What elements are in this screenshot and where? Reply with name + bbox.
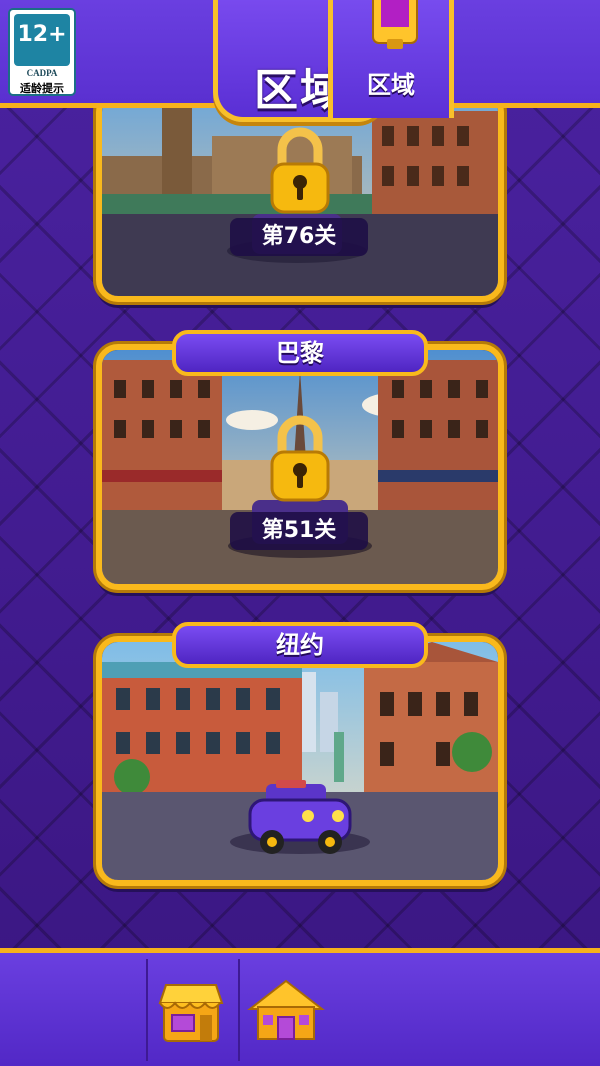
age-rating-org: CADPA [26, 68, 58, 78]
area-card-new-york[interactable] [96, 636, 504, 886]
shop-icon [158, 984, 224, 1042]
age-rating-badge[interactable]: 12+ CADPA 适龄提示 [8, 8, 76, 96]
lock-icon [270, 127, 330, 214]
purple-car-icon [248, 780, 352, 854]
nav-divider [146, 959, 148, 1061]
nav-item-shop[interactable] [148, 953, 238, 1066]
nav-item-label: 区域 [367, 71, 415, 99]
lock-icon [270, 415, 330, 502]
level-requirement-label: 第76关 [230, 218, 368, 256]
nav-item-area[interactable]: 区域 [328, 0, 454, 118]
nav-item-house[interactable] [240, 953, 328, 1066]
age-rating-tip: 适龄提示 [20, 82, 64, 95]
area-book-icon [372, 0, 418, 49]
area-name-label: 巴黎 [172, 330, 428, 376]
bottom-navigation [0, 948, 600, 1066]
house-icon [247, 979, 325, 1040]
area-card-paris[interactable]: 第51关 [96, 344, 504, 590]
age-rating-number: 12+ [17, 22, 67, 47]
level-requirement-label: 第51关 [230, 512, 368, 550]
area-name-label: 纽约 [172, 622, 428, 668]
